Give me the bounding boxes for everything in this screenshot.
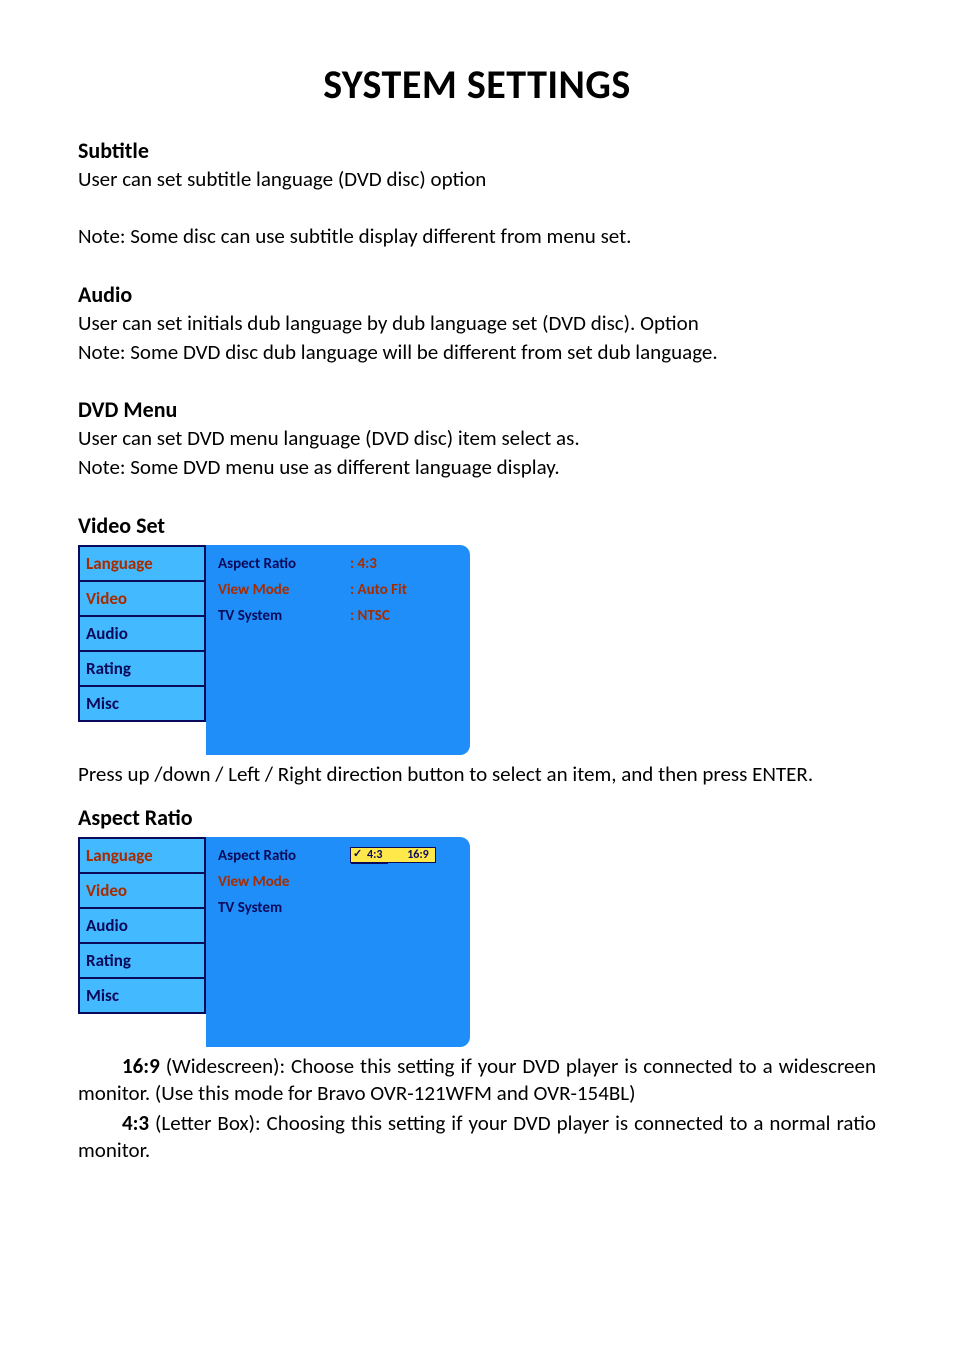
tab-audio[interactable]: Audio — [78, 909, 206, 944]
tab-language[interactable]: Language — [78, 545, 206, 582]
menu-panel: Aspect Ratio : 4:3 View Mode : Auto Fit … — [206, 545, 470, 755]
row-value: : Auto Fit — [350, 581, 407, 599]
dvdmenu-note: Note: Some DVD menu use as different lan… — [78, 454, 876, 481]
row-aspect-ratio[interactable]: Aspect Ratio : 4:3 — [218, 555, 460, 573]
videoset-menu: Language Video Audio Rating Misc Aspect … — [78, 545, 470, 755]
aspect-p1-bold: 16:9 — [122, 1053, 160, 1079]
videoset-heading: Video Set — [78, 512, 876, 539]
row-label: View Mode — [218, 873, 350, 891]
row-label: TV System — [218, 607, 350, 625]
aspect-p1-rest: (Widescreen): Choose this setting if you… — [78, 1053, 876, 1106]
audio-desc: User can set initials dub language by du… — [78, 310, 876, 337]
dvdmenu-desc: User can set DVD menu language (DVD disc… — [78, 425, 876, 452]
tab-misc[interactable]: Misc — [78, 979, 206, 1014]
videoset-after: Press up /down / Left / Right direction … — [78, 761, 876, 788]
tab-video[interactable]: Video — [78, 874, 206, 909]
aspect-p2-rest: (Letter Box): Choosing this setting if y… — [78, 1110, 876, 1163]
tab-rating[interactable]: Rating — [78, 652, 206, 687]
aspect-p2: 4:3 (Letter Box): Choosing this setting … — [78, 1110, 876, 1165]
row-label: Aspect Ratio — [218, 555, 350, 573]
row-value: : 4:3 — [350, 555, 377, 573]
dvdmenu-heading: DVD Menu — [78, 396, 876, 423]
aspect-ratio-dropdown[interactable]: 4:3 16:9 — [350, 847, 436, 863]
menu-panel: Aspect Ratio 4:3 16:9 View Mode TV Syste… — [206, 837, 470, 1047]
menu-tabs: Language Video Audio Rating Misc — [78, 837, 206, 1047]
row-label: Aspect Ratio — [218, 847, 350, 865]
row-label: View Mode — [218, 581, 350, 599]
option-16-9[interactable]: 16:9 — [391, 847, 435, 863]
audio-note: Note: Some DVD disc dub language will be… — [78, 339, 876, 366]
row-label: TV System — [218, 899, 350, 917]
aspect-p1: 16:9 (Widescreen): Choose this setting i… — [78, 1053, 876, 1108]
tab-misc[interactable]: Misc — [78, 687, 206, 722]
row-view-mode[interactable]: View Mode : Auto Fit — [218, 581, 460, 599]
row-value: : NTSC — [350, 607, 390, 625]
subtitle-note: Note: Some disc can use subtitle display… — [78, 223, 876, 250]
tab-audio[interactable]: Audio — [78, 617, 206, 652]
aspect-p2-bold: 4:3 — [122, 1110, 149, 1136]
page-title: SYSTEM SETTINGS — [78, 60, 876, 109]
row-tv-system[interactable]: TV System : NTSC — [218, 607, 460, 625]
tab-rating[interactable]: Rating — [78, 944, 206, 979]
aspect-menu: Language Video Audio Rating Misc Aspect … — [78, 837, 470, 1047]
option-4-3[interactable]: 4:3 — [351, 847, 388, 864]
aspect-heading: Aspect Ratio — [78, 804, 876, 831]
row-tv-system[interactable]: TV System — [218, 899, 460, 917]
row-view-mode[interactable]: View Mode — [218, 873, 460, 891]
tab-video[interactable]: Video — [78, 582, 206, 617]
subtitle-heading: Subtitle — [78, 137, 876, 164]
subtitle-desc: User can set subtitle language (DVD disc… — [78, 166, 876, 193]
tab-language[interactable]: Language — [78, 837, 206, 874]
menu-tabs: Language Video Audio Rating Misc — [78, 545, 206, 755]
audio-heading: Audio — [78, 281, 876, 308]
row-aspect-ratio[interactable]: Aspect Ratio 4:3 16:9 — [218, 847, 460, 865]
